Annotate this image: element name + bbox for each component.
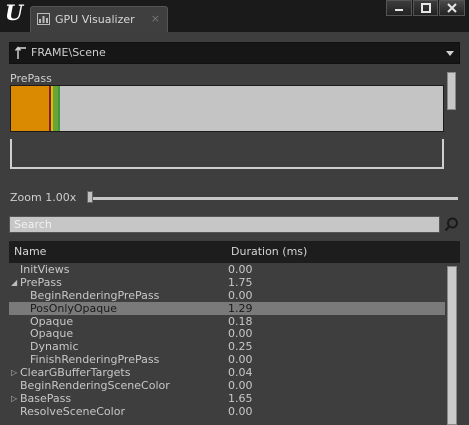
search-box <box>9 216 440 233</box>
column-header-name[interactable]: Name <box>14 245 46 258</box>
table-row[interactable]: InitViews 0.00 <box>9 263 445 276</box>
breadcrumb-label: FRAME\Scene <box>31 46 106 59</box>
zoom-slider-handle[interactable] <box>87 191 93 203</box>
row-duration: 0.18 <box>228 314 253 328</box>
table-row[interactable]: ResolveSceneColor 0.00 <box>9 405 445 418</box>
chevron-down-icon[interactable] <box>446 51 454 56</box>
row-name: PrePass <box>20 275 62 289</box>
maximize-button[interactable] <box>412 0 439 16</box>
row-duration: 0.00 <box>228 379 253 393</box>
table-row[interactable]: ▷ ClearGBufferTargets 0.04 <box>9 366 445 379</box>
table-header: Name Duration (ms) <box>9 241 460 263</box>
detail-panel <box>10 139 444 169</box>
timeline-segment[interactable] <box>58 86 60 131</box>
close-button[interactable] <box>439 0 466 16</box>
row-name: PosOnlyOpaque <box>30 301 118 315</box>
row-name: InitViews <box>20 263 70 276</box>
tab-gpu-visualizer[interactable]: GPU Visualizer × <box>30 6 168 32</box>
breadcrumb[interactable]: FRAME\Scene <box>9 42 460 64</box>
row-name: Opaque <box>30 314 74 328</box>
table-row[interactable]: BeginRenderingSceneColor 0.00 <box>9 379 445 392</box>
row-name: Dynamic <box>30 340 79 354</box>
table-row[interactable]: PosOnlyOpaque 1.29 <box>9 301 445 315</box>
row-duration: 0.04 <box>228 366 253 380</box>
zoom-label: Zoom 1.00x <box>10 191 77 204</box>
timeline-scrollbar[interactable] <box>447 72 456 110</box>
table-row[interactable]: Dynamic 0.25 <box>9 340 445 353</box>
unreal-logo-icon: U <box>4 0 24 25</box>
timeline-bar[interactable] <box>10 85 444 132</box>
zoom-slider-track[interactable] <box>89 197 458 200</box>
table-row[interactable]: BeginRenderingPrePass 0.00 <box>9 289 445 302</box>
row-name: BeginRenderingPrePass <box>30 288 160 302</box>
window-controls <box>386 0 466 18</box>
row-name: Opaque <box>30 327 74 341</box>
table-row[interactable]: FinishRenderingPrePass 0.00 <box>9 353 445 366</box>
row-name: BeginRenderingSceneColor <box>20 379 170 393</box>
table-row[interactable]: Opaque 0.18 <box>9 315 445 328</box>
up-arrow-icon[interactable] <box>14 46 27 60</box>
column-header-duration[interactable]: Duration (ms) <box>231 245 307 258</box>
row-duration: 0.00 <box>228 288 253 302</box>
row-duration: 0.25 <box>228 340 253 354</box>
row-name: BasePass <box>20 391 72 405</box>
search-input[interactable] <box>10 217 439 232</box>
row-duration: 0.00 <box>228 263 253 276</box>
expand-arrow-icon[interactable]: ▷ <box>11 366 17 379</box>
tab-label: GPU Visualizer <box>55 13 135 26</box>
table-body: InitViews 0.00 ◢ PrePass 1.75 BeginRenderingP… <box>9 263 445 418</box>
list-scrollbar[interactable] <box>447 266 457 425</box>
minimize-button[interactable] <box>386 0 412 16</box>
row-duration: 0.00 <box>228 327 253 341</box>
row-duration: 0.00 <box>228 404 253 418</box>
row-name: ClearGBufferTargets <box>20 366 131 380</box>
search-icon[interactable] <box>443 216 460 233</box>
row-duration: 1.75 <box>228 275 253 289</box>
table-row[interactable]: ◢ PrePass 1.75 <box>9 276 445 289</box>
collapse-arrow-icon[interactable]: ◢ <box>11 276 17 289</box>
timeline-segment[interactable] <box>11 86 49 131</box>
table-row[interactable]: Opaque 0.00 <box>9 327 445 340</box>
expand-arrow-icon[interactable]: ▷ <box>11 392 17 405</box>
row-duration: 1.29 <box>228 301 253 315</box>
pass-label: PrePass <box>10 72 52 85</box>
gpu-visualizer-icon <box>37 13 50 25</box>
row-duration: 0.00 <box>228 353 253 367</box>
title-bar: U GPU Visualizer × <box>0 0 469 32</box>
row-duration: 1.65 <box>228 391 253 405</box>
row-name: FinishRenderingPrePass <box>30 353 160 367</box>
table-row[interactable]: ▷ BasePass 1.65 <box>9 392 445 405</box>
row-name: ResolveSceneColor <box>20 404 125 418</box>
tab-close-icon[interactable]: × <box>151 12 160 25</box>
